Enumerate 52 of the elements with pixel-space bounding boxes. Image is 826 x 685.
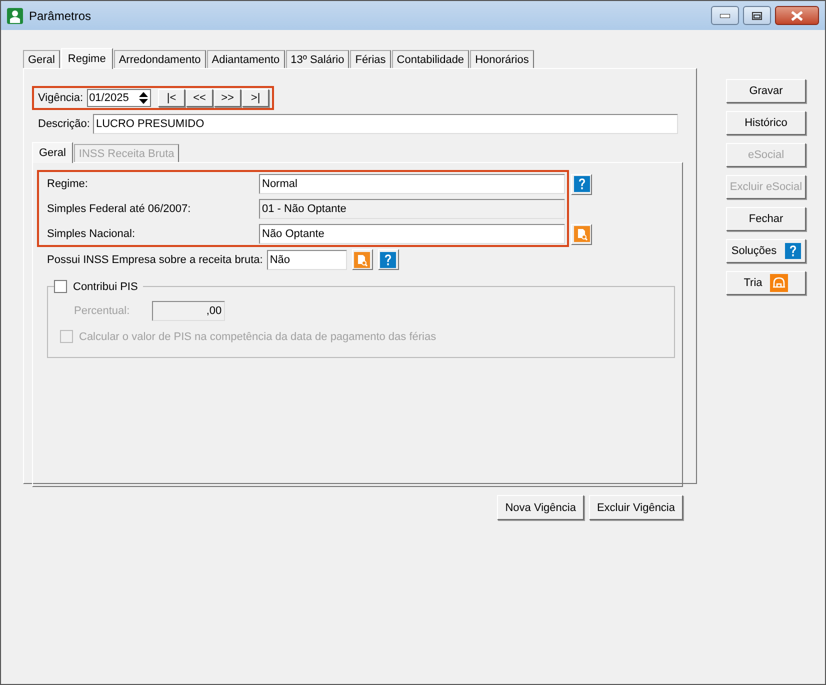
navigation-button[interactable]: |< [158, 89, 186, 107]
close-button[interactable] [775, 6, 819, 25]
field-label: Possui INSS Empresa sobre a receita bruta: [47, 254, 263, 266]
document-search-icon [574, 226, 590, 242]
help-icon [784, 243, 801, 259]
dome-icon [770, 274, 788, 292]
side-button[interactable]: Soluções [726, 239, 806, 263]
tab[interactable]: Regime [60, 48, 113, 69]
navigation-button[interactable]: >> [214, 89, 242, 107]
window-title: Parâmetros [29, 8, 92, 22]
help-button[interactable] [571, 174, 592, 194]
help-icon [574, 176, 590, 192]
tab[interactable]: Honorários [470, 50, 534, 68]
side-button[interactable]: Gravar [726, 79, 806, 103]
user-icon [7, 8, 23, 24]
help-button[interactable] [378, 249, 399, 270]
description-field[interactable]: LUCRO PRESUMIDO [92, 114, 678, 134]
field-label: Simples Federal até 06/2007: [47, 203, 191, 215]
tab[interactable]: Férias [350, 50, 391, 68]
field-label: Simples Nacional: [47, 228, 136, 240]
help-icon [380, 252, 396, 268]
field-label: Descrição: [38, 118, 90, 130]
period-spin-field[interactable]: 01/2025 [87, 89, 152, 107]
minimize-button[interactable] [711, 6, 739, 25]
tab[interactable]: Geral [32, 142, 73, 163]
select-field[interactable]: Não Optante [259, 224, 565, 244]
checkbox-label: Calcular o valor de PIS na competência da data de pagamento das férias [79, 330, 436, 342]
select-field[interactable]: Normal [259, 174, 565, 194]
field-label: Vigência: [38, 92, 84, 104]
tab[interactable]: 13º Salário [286, 50, 350, 68]
navigation-button[interactable]: >| [242, 89, 270, 107]
side-button[interactable]: Tria [726, 271, 806, 295]
tab[interactable]: Contabilidade [392, 50, 470, 68]
tab[interactable]: Arredondamento [114, 50, 206, 68]
lookup-button[interactable] [352, 249, 373, 270]
checkbox-label: Contribui PIS [73, 280, 138, 292]
action-button[interactable]: Excluir Vigência [588, 495, 683, 520]
tab[interactable]: Geral [23, 50, 60, 68]
tab[interactable]: Adiantamento [206, 50, 285, 68]
close-icon [791, 10, 803, 20]
maximize-button[interactable] [743, 6, 771, 25]
document-search-icon [354, 252, 370, 268]
field-label: Percentual: [74, 305, 130, 317]
field-label: Regime: [47, 178, 88, 190]
side-button[interactable]: Fechar [726, 207, 806, 231]
side-button[interactable]: Histórico [726, 111, 806, 135]
navigation-button[interactable]: << [186, 89, 214, 107]
lookup-button[interactable] [571, 224, 592, 244]
select-field[interactable]: Não [266, 250, 347, 270]
minimize-icon [720, 14, 730, 18]
maximize-icon [752, 12, 762, 20]
action-button[interactable]: Nova Vigência [497, 495, 584, 520]
